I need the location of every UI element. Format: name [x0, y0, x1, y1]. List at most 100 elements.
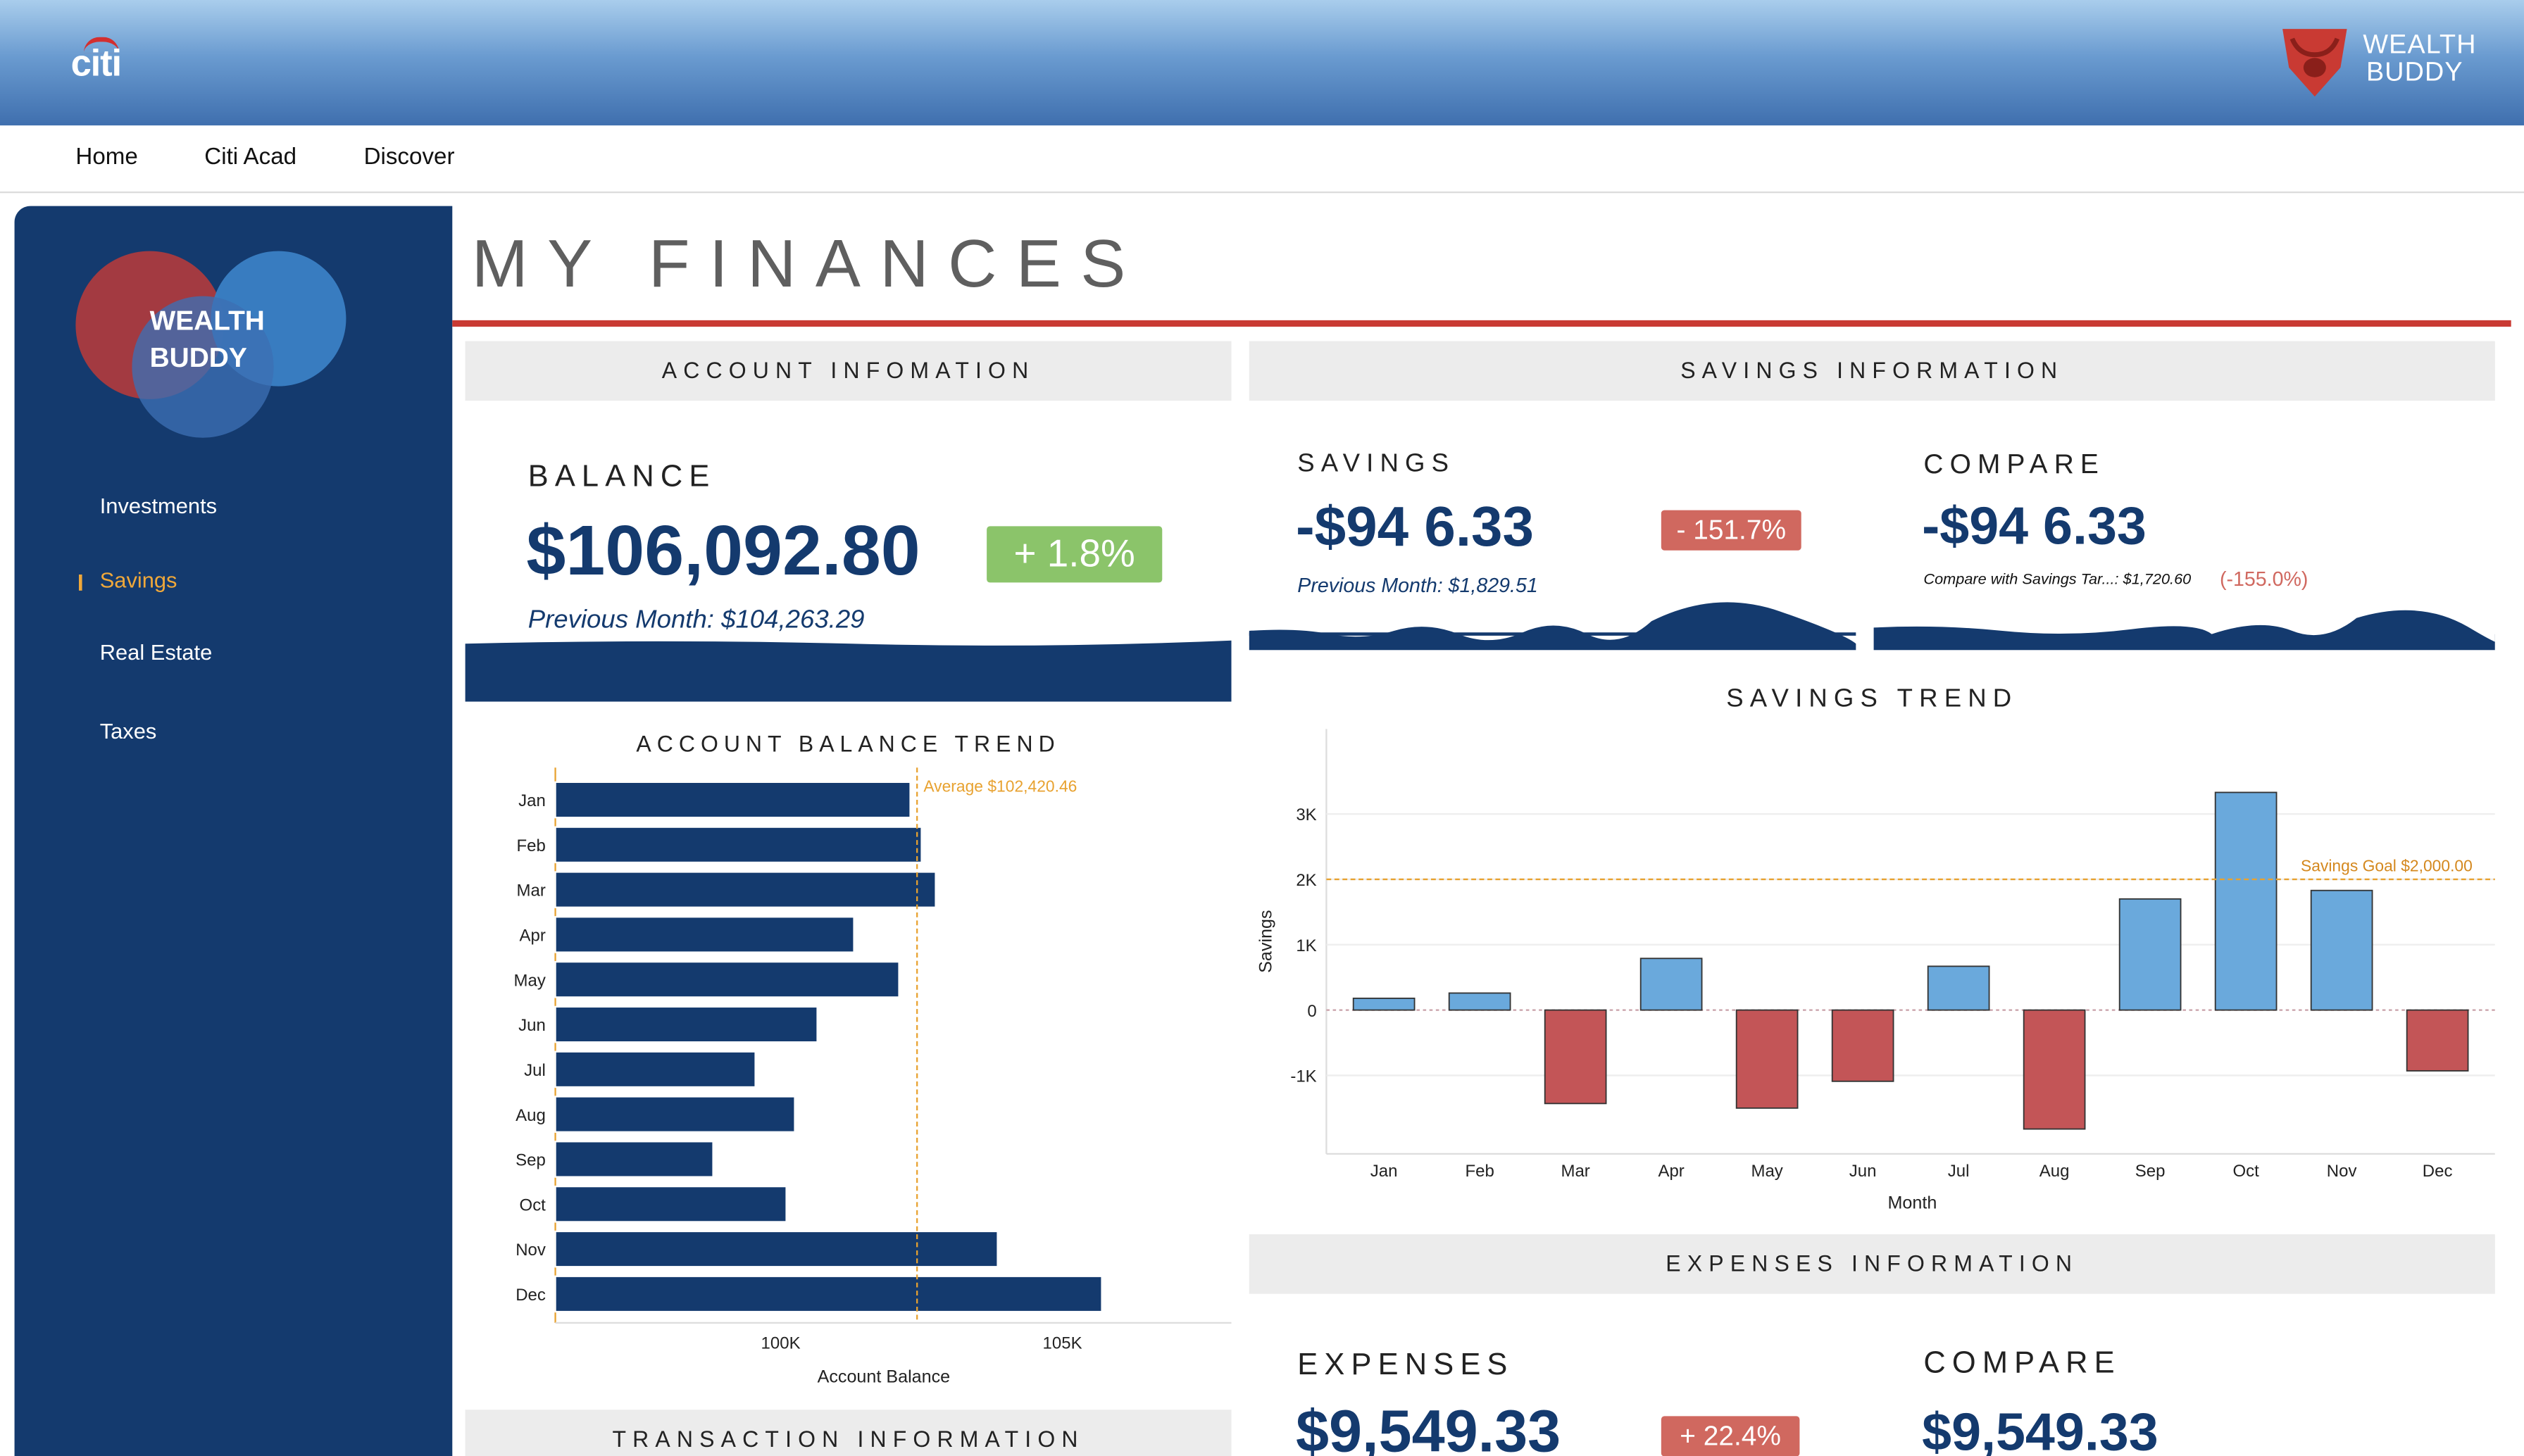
x-axis-label: Account Balance: [818, 1367, 951, 1386]
savings-compare-text: Compare with Savings Tar...: $1,720.60: [1923, 571, 2192, 589]
bar: [1352, 997, 1416, 1011]
logo-text-2: BUDDY: [149, 342, 247, 374]
bar: [1544, 1009, 1607, 1105]
bar: [2310, 889, 2373, 1011]
savings-wave: [1249, 602, 1856, 651]
title-rule: [452, 320, 2511, 327]
bar: [2118, 898, 2182, 1011]
bar: [554, 1096, 796, 1133]
y-tick-label: Jun: [518, 1016, 546, 1035]
bar: [1735, 1009, 1799, 1109]
savings-compare-label: COMPARE: [1923, 448, 2106, 480]
top-nav: Home Citi Acad Discover: [0, 125, 2524, 194]
bar: [2406, 1009, 2469, 1072]
chart-title: ACCOUNT BALANCE TREND: [636, 731, 1060, 756]
y-tick-label: Feb: [517, 836, 546, 855]
y-tick-label: May: [514, 971, 546, 990]
y-tick-label: Oct: [520, 1195, 546, 1215]
bar: [2023, 1009, 2086, 1130]
bar: [554, 1230, 999, 1268]
wealth-buddy-logo[interactable]: WEALTH BUDDY: [75, 251, 365, 444]
sidebar-item-taxes[interactable]: Taxes: [100, 720, 157, 743]
balance-wave: [465, 640, 1232, 702]
account-section-header: ACCOUNT INFOMATION: [465, 341, 1232, 401]
bar: [554, 1141, 714, 1178]
brand-line-1: WEALTH: [2363, 30, 2477, 60]
brand-line-2: BUDDY: [2366, 58, 2463, 87]
bar: [2214, 791, 2278, 1011]
nav-home[interactable]: Home: [75, 145, 137, 171]
bar: [554, 1275, 1103, 1313]
nav-citi-acad[interactable]: Citi Acad: [204, 145, 296, 171]
bull-shield-icon: [2282, 29, 2347, 97]
x-tick-label: Aug: [2039, 1162, 2070, 1181]
y-tick-label: 1K: [1296, 936, 1316, 955]
chart-title: SAVINGS TREND: [1726, 683, 2018, 712]
y-tick-label: 3K: [1296, 805, 1316, 824]
savings-section-header: SAVINGS INFORMATION: [1249, 341, 2495, 401]
bar: [554, 1185, 787, 1223]
sidebar-item-real-estate[interactable]: Real Estate: [100, 641, 213, 665]
expenses-card: EXPENSES $9,549.33 + 22.4%: [1249, 1311, 1856, 1456]
balance-card: BALANCE $106,092.80 + 1.8% Previous Mont…: [465, 418, 1232, 702]
y-tick-label: Nov: [516, 1241, 546, 1260]
bar: [554, 916, 855, 953]
page-title: MY FINANCES: [471, 225, 1145, 301]
bar: [1639, 958, 1703, 1011]
active-indicator: [78, 574, 82, 591]
x-tick-label: Nov: [2327, 1162, 2357, 1181]
savings-compare-change: (-155.0%): [2219, 567, 2309, 591]
expenses-change-badge: + 22.4%: [1661, 1416, 1800, 1456]
sidebar-item-investments[interactable]: Investments: [100, 494, 217, 518]
x-tick-label: Jun: [1849, 1162, 1877, 1181]
x-tick-label: Feb: [1465, 1162, 1494, 1181]
expenses-compare-value: $9,549.33: [1922, 1401, 2158, 1456]
savings-previous-month: Previous Month: $1,829.51: [1297, 574, 1538, 597]
savings-change-badge: - 151.7%: [1661, 510, 1801, 551]
x-tick-label: Jan: [1370, 1162, 1398, 1181]
expenses-section-header: EXPENSES INFORMATION: [1249, 1234, 2495, 1294]
x-tick-label: 105K: [1043, 1333, 1082, 1353]
y-tick-label: Jul: [524, 1061, 546, 1080]
x-tick-label: May: [1751, 1162, 1782, 1181]
nav-discover[interactable]: Discover: [364, 145, 455, 171]
savings-value: -$94 6.33: [1295, 495, 1535, 559]
bar: [1831, 1009, 1894, 1082]
sidebar: WEALTH BUDDY Investments Savings Real Es…: [14, 206, 453, 1456]
expenses-label: EXPENSES: [1297, 1348, 1514, 1383]
y-tick-label: Mar: [517, 881, 546, 900]
expenses-compare-label: COMPARE: [1923, 1347, 2121, 1381]
x-tick-label: Apr: [1658, 1162, 1684, 1181]
balance-change-badge: + 1.8%: [987, 526, 1163, 583]
y-tick-label: Aug: [516, 1106, 546, 1125]
y-tick-label: 2K: [1296, 871, 1316, 890]
top-bar: citi WEALTH BUDDY: [0, 0, 2524, 126]
y-tick-label: Sep: [516, 1151, 546, 1170]
savings-label: SAVINGS: [1297, 450, 1456, 478]
x-axis-label: Month: [1887, 1193, 1937, 1213]
bar: [554, 826, 923, 864]
citi-logo[interactable]: citi: [71, 42, 123, 85]
y-tick-label: Apr: [520, 927, 546, 946]
savings-goal-label: Savings Goal $2,000.00: [2301, 857, 2473, 875]
account-balance-trend-card: ACCOUNT BALANCE TREND Jan Feb Mar Apr May Jun J…: [465, 719, 1232, 1393]
x-tick-label: Sep: [2135, 1162, 2166, 1181]
x-tick-label: Jul: [1948, 1162, 1970, 1181]
balance-value: $106,092.80: [526, 511, 920, 591]
savings-compare-card: COMPARE -$94 6.33 Compare with Savings T…: [1873, 418, 2495, 651]
bar: [1927, 965, 1990, 1011]
x-tick-label: Mar: [1561, 1162, 1589, 1181]
savings-compare-wave: [1873, 610, 2495, 651]
bar: [554, 1005, 818, 1043]
bar: [554, 871, 937, 908]
bar: [1448, 992, 1511, 1011]
balance-label: BALANCE: [527, 460, 716, 494]
transaction-section-header: TRANSACTION INFORMATION: [465, 1410, 1232, 1456]
wealth-buddy-brand[interactable]: WEALTH BUDDY: [2276, 23, 2501, 100]
average-label: Average $102,420.46: [923, 777, 1077, 796]
app-root: citi WEALTH BUDDY Home Citi Acad Discove…: [0, 0, 2524, 1456]
bar: [554, 960, 900, 998]
x-tick-label: Dec: [2423, 1162, 2453, 1181]
sidebar-item-savings[interactable]: Savings: [100, 568, 177, 592]
savings-card: SAVINGS -$94 6.33 - 151.7% Previous Mont…: [1249, 418, 1856, 651]
